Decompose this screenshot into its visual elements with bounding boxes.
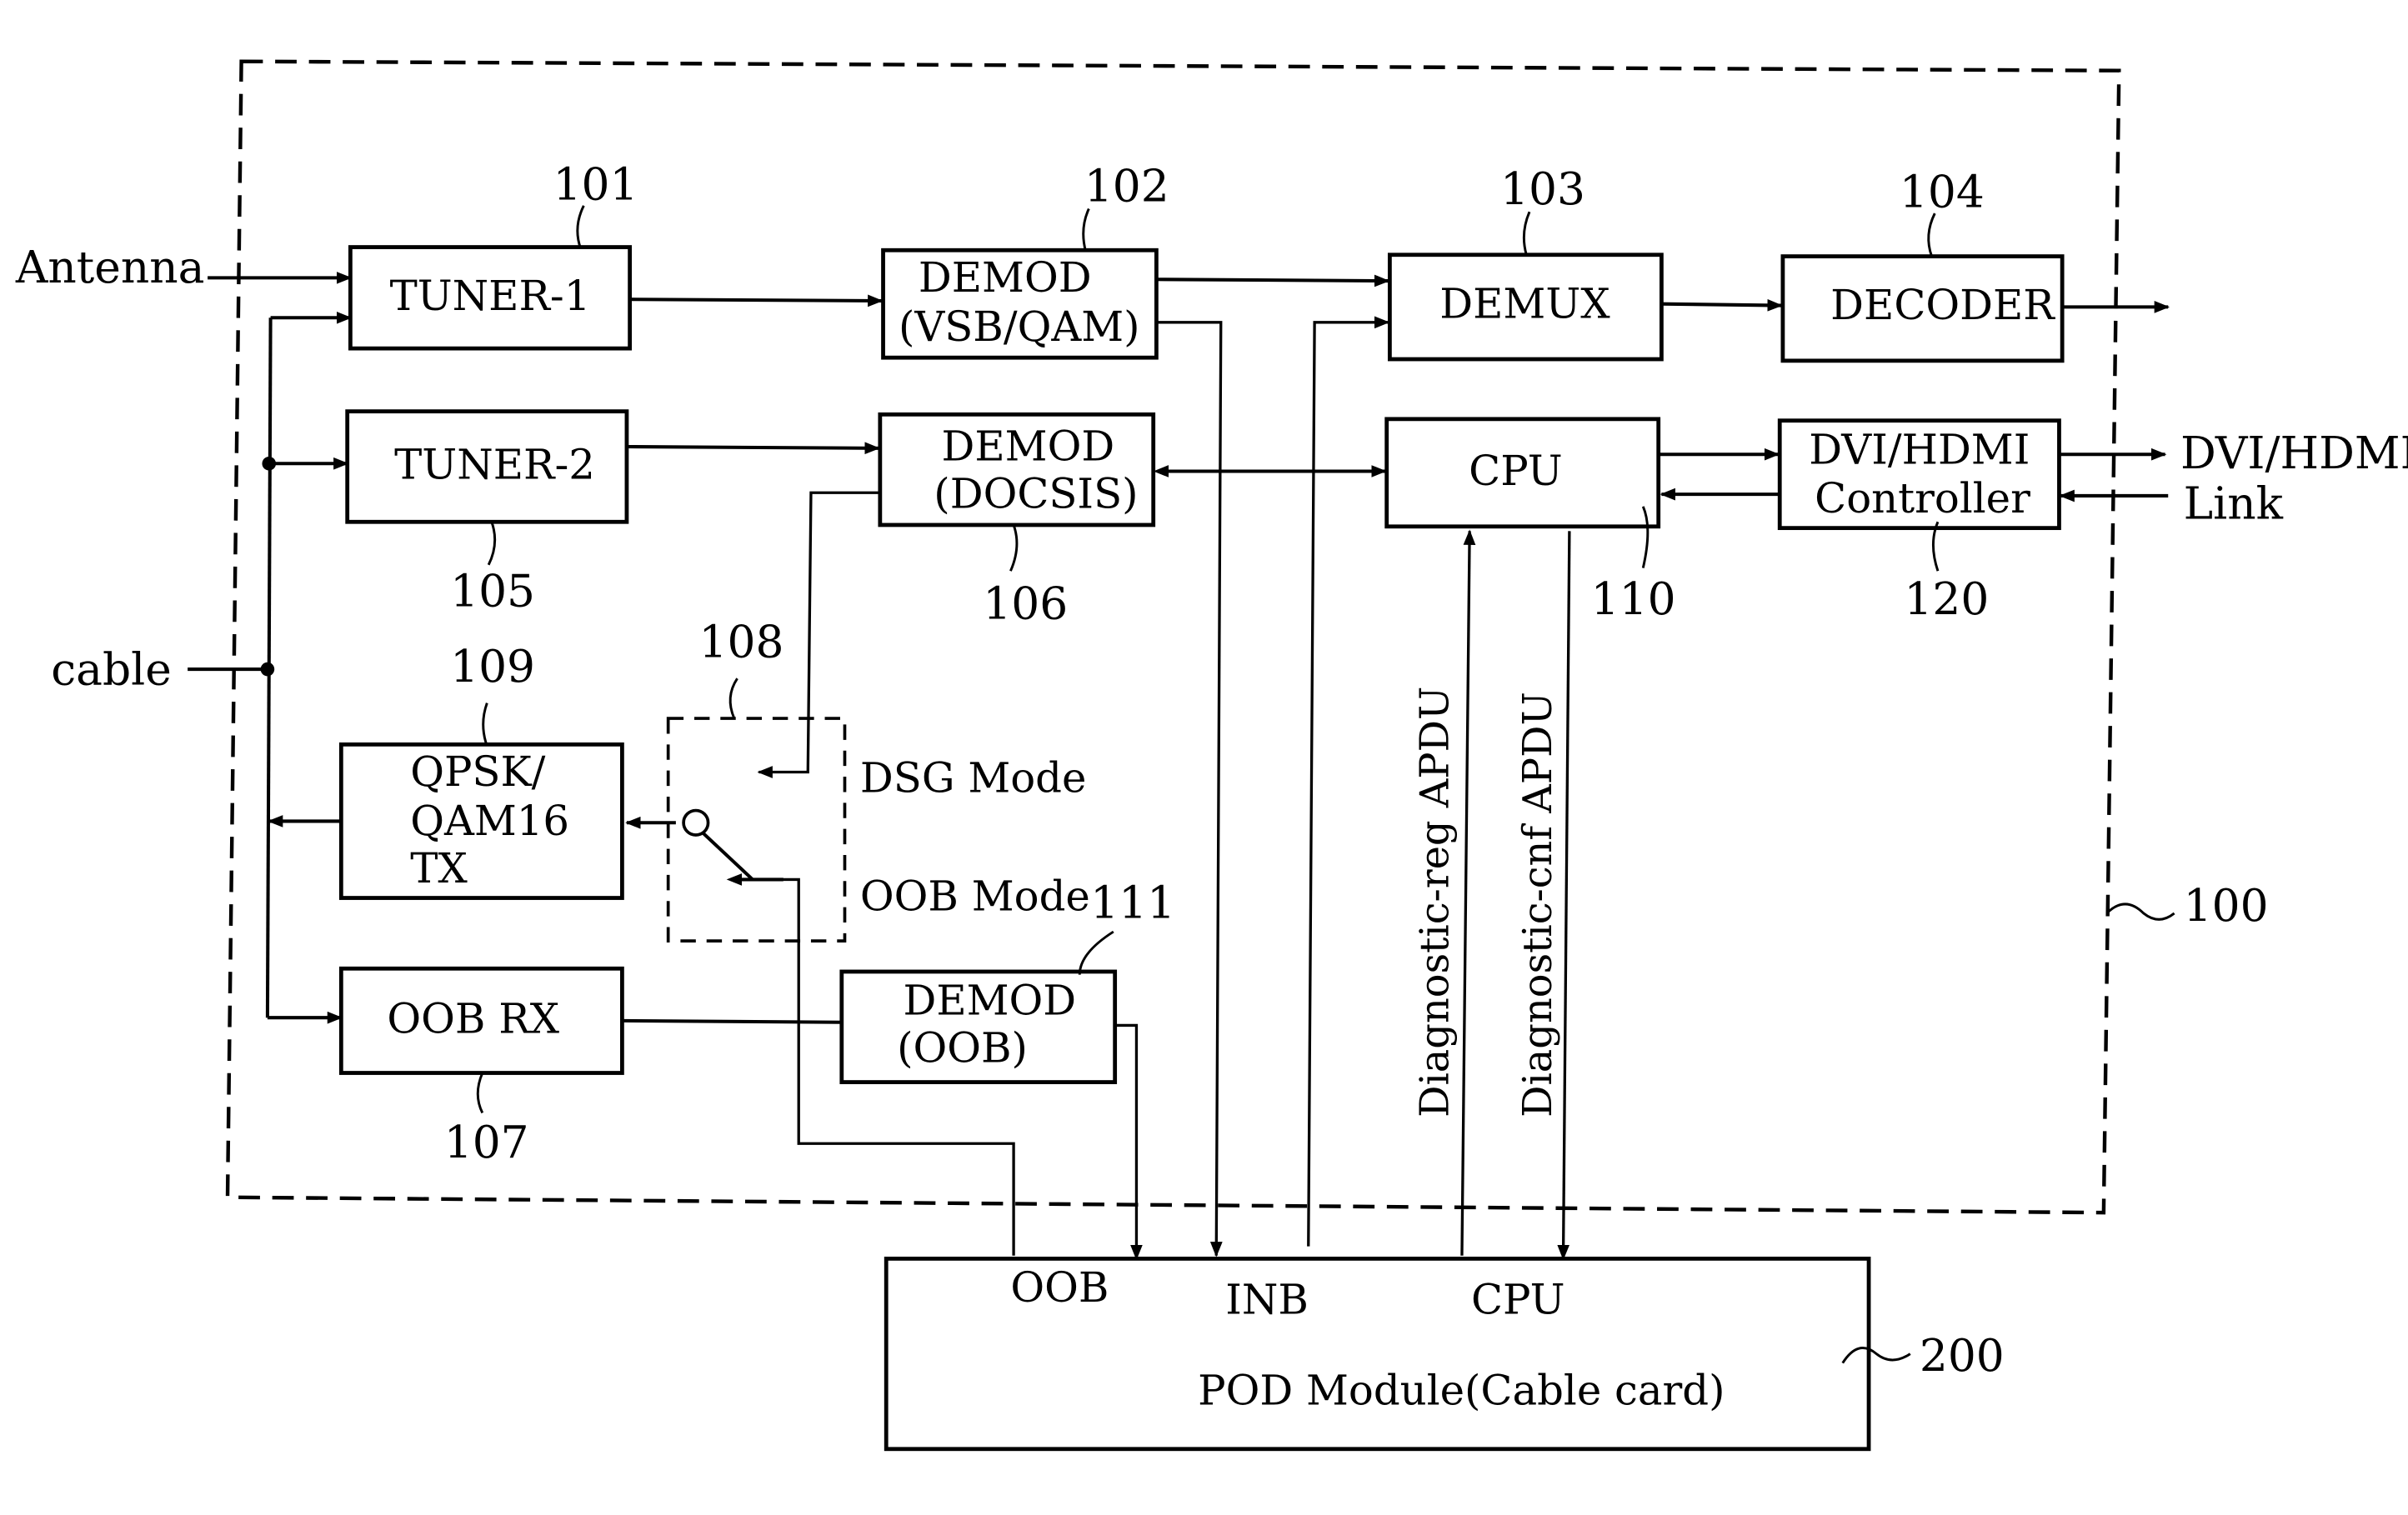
ref-111: 111 [1090, 876, 1175, 928]
junction-dot [262, 456, 277, 471]
switch-pivot-icon [682, 808, 710, 837]
dvi-ctrl-line1: DVI/HDMI [1809, 425, 2030, 473]
block-cpu[interactable]: CPU 110 [1384, 417, 1676, 625]
tuner1-to-demod-vsb [629, 294, 884, 308]
demod-vsb-to-demux [1154, 274, 1390, 288]
diag-cnf-line [1557, 531, 1571, 1261]
tuner2-label: TUNER-2 [394, 441, 595, 489]
tuner2-to-demod-docsis [626, 442, 880, 455]
decoder-label: DECODER [1830, 281, 2055, 329]
diag-cnf-label: Diagnostic-cnf APDU [1515, 692, 1561, 1118]
demod-docsis-line1: DEMOD [942, 422, 1115, 471]
demod-vsb-line1: DEMOD [919, 253, 1092, 302]
block-dvi-hdmi-controller[interactable]: DVI/HDMI Controller 120 [1777, 418, 2061, 625]
demux-to-decoder [1661, 298, 1783, 312]
demod-oob-line1: DEMOD [903, 977, 1076, 1025]
block-decoder[interactable]: DECODER 104 [1780, 166, 2065, 363]
tuner1-label: TUNER-1 [390, 272, 591, 320]
ref-110: 110 [1591, 572, 1676, 625]
ref-105: 105 [450, 565, 535, 618]
diag-req-label: Diagnostic-reg APDU [1412, 687, 1458, 1118]
dvi-hdmi-output-label: DVI/HDMI [2180, 427, 2408, 479]
demod-docsis-line2: (DOCSIS) [934, 470, 1138, 518]
ref-108: 108 [699, 615, 784, 668]
oob-mode-label: OOB Mode [860, 872, 1090, 920]
cable-label: cable [51, 643, 172, 696]
ref-100: 100 [2184, 879, 2269, 932]
block-diagram: 100 Antenna cable DVI/HDMI Link DSG Mode… [15, 59, 2408, 1452]
demod-oob-line2: (OOB) [897, 1024, 1028, 1072]
block-tuner2[interactable]: TUNER-2 105 [345, 409, 629, 618]
oob-rx-label: OOB RX [387, 995, 559, 1043]
block-demux[interactable]: DEMUX 103 [1387, 162, 1664, 362]
pod-port-cpu: CPU [1471, 1276, 1565, 1324]
qpsk-line3: TX [410, 844, 468, 892]
pod-module[interactable]: OOB INB CPU POD Module(Cable card) 200 [884, 1257, 2005, 1452]
dsg-mode-label: DSG Mode [860, 753, 1087, 802]
junction-dot [260, 662, 275, 677]
ref-104: 104 [1900, 166, 1985, 218]
mode-switch[interactable]: DSG Mode OOB Mode 108 [666, 615, 1090, 942]
ref-102: 102 [1084, 159, 1169, 212]
oob-rx-to-demod-oob [622, 1018, 842, 1024]
ref-107: 107 [444, 1116, 529, 1168]
ref-200: 200 [1920, 1329, 2005, 1382]
pod-port-oob: OOB [1010, 1263, 1109, 1312]
block-oob-rx[interactable]: OOB RX 107 [338, 966, 624, 1168]
ref-106: 106 [983, 577, 1068, 629]
dvi-ctrl-line2: Controller [1815, 474, 2030, 522]
link-label: Link [2184, 478, 2284, 530]
ref-109: 109 [450, 640, 535, 692]
block-tuner1[interactable]: TUNER-1 101 [348, 158, 638, 351]
demod-vsb-to-pod-inb [1154, 321, 1223, 1258]
pod-port-inb: INB [1225, 1276, 1309, 1324]
block-demod-vsb-qam[interactable]: DEMOD (VSB/QAM) 102 [881, 159, 1169, 360]
demux-label: DEMUX [1439, 279, 1610, 328]
demod-oob-to-pod [1114, 1023, 1143, 1261]
diag-req-line [1460, 529, 1476, 1256]
qpsk-line1: QPSK/ [410, 748, 545, 796]
cpu-label: CPU [1469, 447, 1563, 495]
ref-103: 103 [1500, 162, 1585, 215]
qpsk-line2: QAM16 [410, 797, 569, 845]
antenna-label: Antenna [15, 241, 205, 293]
ref-101: 101 [553, 158, 638, 210]
block-demod-docsis[interactable]: DEMOD (DOCSIS) 106 [878, 412, 1156, 629]
demod-vsb-line2: (VSB/QAM) [899, 302, 1140, 351]
block-qpsk-tx[interactable]: QPSK/ QAM16 TX 109 [338, 640, 624, 900]
ref-120: 120 [1904, 572, 1989, 625]
pod-to-demux [1307, 316, 1390, 1247]
pod-module-label: POD Module(Cable card) [1198, 1366, 1725, 1414]
switch-lever [702, 832, 754, 881]
